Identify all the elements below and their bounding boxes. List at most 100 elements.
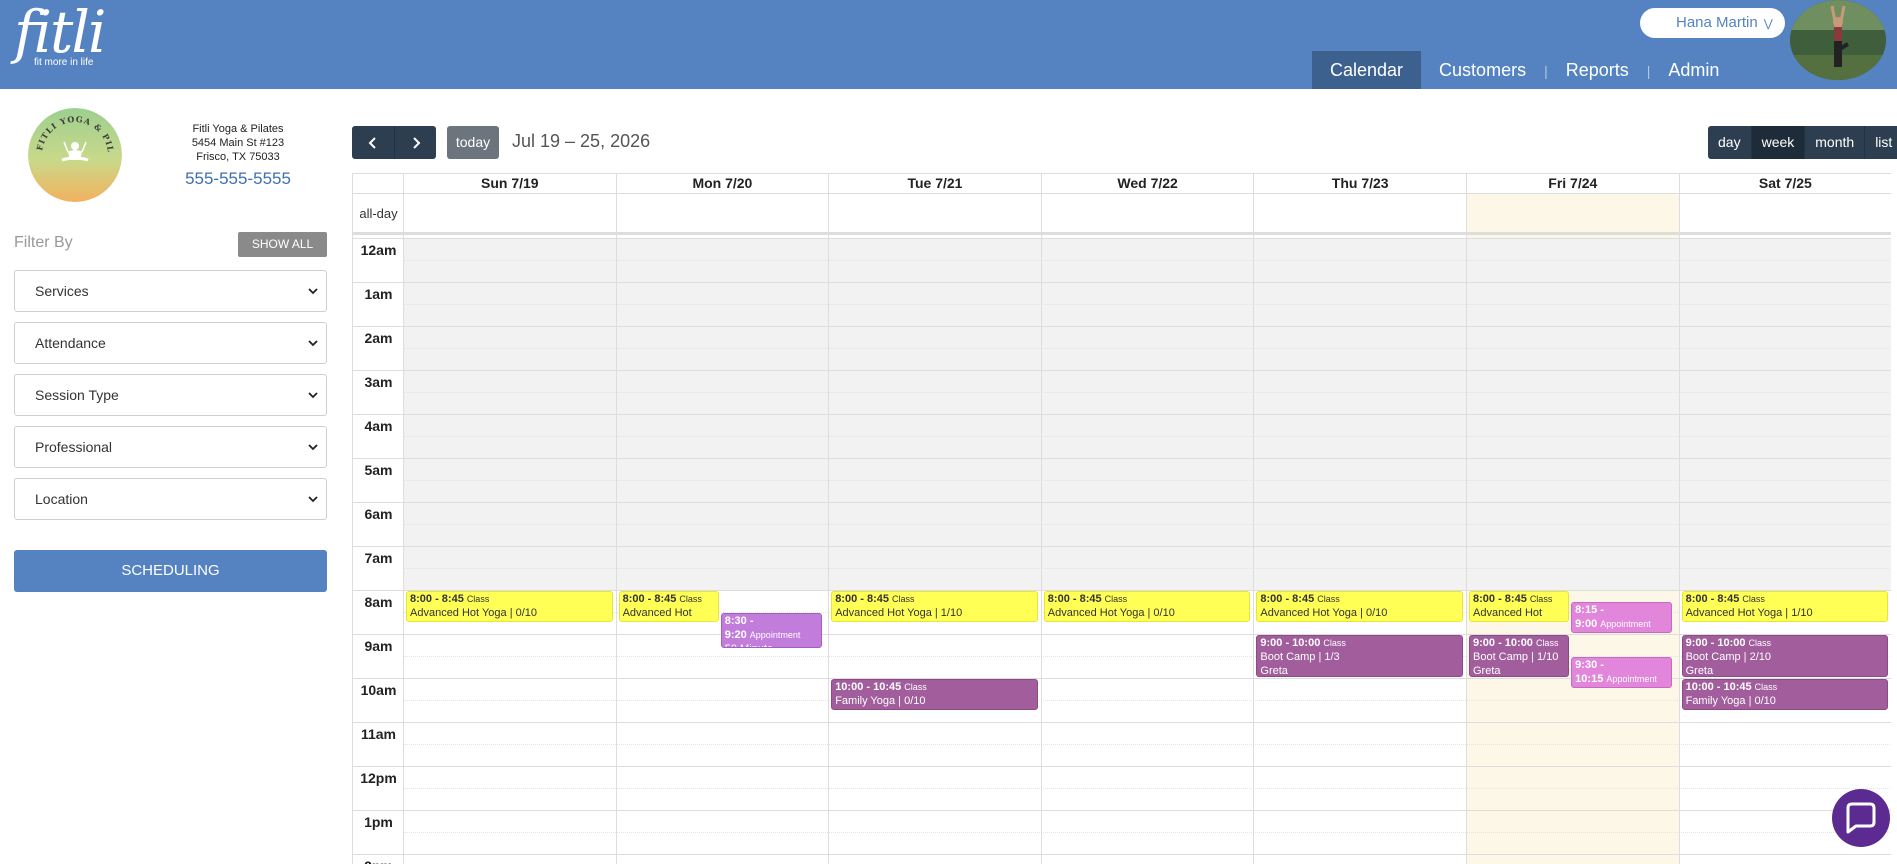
chevron-down-icon	[308, 340, 318, 347]
next-week-button[interactable]	[394, 126, 436, 159]
show-all-button[interactable]: SHOW ALL	[238, 232, 327, 257]
calendar-event[interactable]: 9:00 - 10:00 Class Boot Camp | 1/10 Greta	[1469, 635, 1570, 677]
studio-name: Fitli Yoga & Pilates	[192, 123, 284, 135]
event-title: Family Yoga | 0/10	[835, 695, 926, 707]
calendar-event[interactable]: 8:00 - 8:45Class Advanced Hot Yoga | 0/10	[1256, 591, 1463, 622]
top-header: fitli fit more in life Hana Martin ⋁ Cale…	[0, 0, 1897, 89]
studio-phone[interactable]: 555-555-5555	[168, 170, 308, 188]
event-time: 8:00 - 8:45	[835, 593, 889, 605]
calendar-event[interactable]: 8:00 - 8:45Class Advanced Hot Yoga | 0/10	[1043, 591, 1251, 622]
hour-label: 9am	[364, 638, 393, 654]
day-header[interactable]: Tue 7/21	[829, 174, 1042, 193]
prev-week-button[interactable]	[352, 126, 394, 159]
event-title: Advanced Hot Yoga | 0/10	[1260, 607, 1388, 619]
chevron-down-icon: ⋁	[1763, 18, 1773, 30]
event-kind: Appointment	[1606, 674, 1657, 684]
chevron-down-icon	[308, 288, 318, 295]
event-kind: Class	[1754, 682, 1778, 692]
services-select[interactable]: Services	[14, 270, 327, 312]
session-type-select[interactable]: Session Type	[14, 374, 327, 416]
half-hour-line	[404, 568, 1891, 569]
view-list-button[interactable]: list	[1864, 126, 1897, 159]
hour-row[interactable]	[353, 854, 1891, 864]
studio-info: Fitli Yoga & Pilates 5454 Main St #123 F…	[168, 122, 308, 188]
event-title: Advanced Hot Yoga | 0/10	[1047, 607, 1175, 619]
day-header[interactable]: Mon 7/20	[617, 174, 830, 193]
event-title: Family Yoga | 0/10	[1685, 695, 1776, 707]
event-kind: Appointment	[749, 630, 801, 640]
calendar-event[interactable]: 8:00 - 8:45Class Advanced Hot Yoga | 0/10	[406, 591, 613, 622]
event-title: Boot Camp | 1/10	[1473, 651, 1559, 663]
scheduling-button[interactable]: SCHEDULING	[14, 550, 327, 592]
location-select[interactable]: Location	[14, 478, 327, 520]
event-title: 45 Minute	[1575, 686, 1668, 687]
logo-wordmark: fitli	[14, 0, 106, 66]
half-hour-line	[404, 700, 1891, 701]
day-header[interactable]: Wed 7/22	[1042, 174, 1255, 193]
attendance-select[interactable]: Attendance	[14, 322, 327, 364]
event-kind: Class	[1104, 594, 1128, 604]
half-hour-line	[404, 304, 1891, 305]
allday-label: all-day	[359, 206, 398, 221]
calendar-event[interactable]: 10:00 - 10:45 Class Family Yoga | 0/10	[831, 679, 1038, 710]
week-calendar: all-day 12am 1am 2am 3am 4am 5am 6am 7am 8am 9am 1…	[352, 173, 1891, 864]
calendar-event[interactable]: 9:00 - 10:00 Class Boot Camp | 2/10 Greta	[1681, 635, 1889, 677]
event-time: 9:00 - 10:00	[1685, 637, 1746, 649]
calendar-date-range: Jul 19 – 25, 2026	[512, 131, 651, 151]
event-time: 8:00 - 8:45	[1473, 593, 1527, 605]
event-title: Advanced Hot Yoga | 0/10	[622, 607, 692, 619]
half-hour-line	[404, 392, 1891, 393]
filter-by-label: Filter By	[14, 234, 73, 251]
hour-label: 5am	[364, 462, 393, 478]
calendar-event[interactable]: 8:00 - 8:45Class Advanced Hot Yoga | 0/10	[618, 591, 719, 622]
calendar-event[interactable]: 8:00 - 8:45Class Advanced Hot Yoga | 0/10	[1469, 591, 1570, 622]
user-avatar[interactable]	[1790, 0, 1886, 80]
event-time: 8:00 - 8:45	[1260, 593, 1315, 605]
fitli-logo[interactable]: fitli fit more in life	[14, 0, 106, 68]
time-grid: 12am 1am 2am 3am 4am 5am 6am 7am 8am 9am 10am 11am 1…	[353, 238, 1891, 864]
event-instructor: Greta	[1473, 665, 1501, 677]
nav-admin[interactable]: Admin	[1650, 51, 1737, 89]
calendar-event[interactable]: 9:30 - 10:15Appointment 45 Minute	[1571, 657, 1673, 688]
hour-label: 10am	[360, 682, 397, 698]
event-title: Advanced Hot Yoga | 0/10	[1473, 607, 1543, 619]
user-menu-button[interactable]: Hana Martin ⋁	[1640, 8, 1785, 38]
event-time: 8:00 - 8:45	[1685, 593, 1740, 605]
user-name: Hana Martin	[1676, 14, 1758, 31]
event-instructor: Greta	[1685, 665, 1714, 677]
day-header[interactable]: Fri 7/24	[1467, 174, 1680, 193]
half-hour-line	[404, 260, 1891, 261]
hour-label: 6am	[364, 506, 393, 522]
view-day-button[interactable]: day	[1708, 126, 1751, 159]
day-header[interactable]: Sat 7/25	[1680, 174, 1891, 193]
view-switcher: day week month list	[1708, 126, 1897, 159]
nav-customers[interactable]: Customers	[1421, 51, 1544, 89]
event-kind: Class	[1323, 638, 1346, 648]
event-kind: Class	[892, 594, 915, 604]
day-header[interactable]: Thu 7/23	[1254, 174, 1467, 193]
today-button[interactable]: today	[447, 126, 499, 159]
calendar-event[interactable]: 8:00 - 8:45 Class Advanced Hot Yoga | 1/10	[831, 591, 1038, 622]
nav-calendar[interactable]: Calendar	[1312, 51, 1422, 89]
nav-reports[interactable]: Reports	[1548, 51, 1647, 89]
half-hour-line	[404, 744, 1891, 745]
studio-logo-graphic: FITLI YOGA & PILATES	[28, 108, 122, 202]
calendar-event[interactable]: 8:00 - 8:45 Class Advanced Hot Yoga | 1/10	[1681, 591, 1889, 622]
event-title: Advanced Hot Yoga | 1/10	[835, 607, 963, 619]
hour-label: 1pm	[364, 814, 393, 830]
calendar-event[interactable]: 10:00 - 10:45 Class Family Yoga | 0/10	[1681, 679, 1889, 710]
event-time: 9:00 - 10:00	[1473, 637, 1533, 649]
day-header[interactable]: Sun 7/19	[404, 174, 617, 193]
calendar-event[interactable]: 8:30 - 9:20Appointment50 Minute Appointm…	[720, 613, 822, 648]
professional-select[interactable]: Professional	[14, 426, 327, 468]
chat-support-button[interactable]	[1832, 789, 1890, 847]
chevron-down-icon	[308, 392, 318, 399]
column-divider	[1466, 174, 1467, 864]
hour-label: 12pm	[360, 770, 397, 786]
calendar-event[interactable]: 8:15 - 9:00Appointment45 Minute	[1571, 602, 1673, 633]
half-hour-line	[404, 832, 1891, 833]
view-month-button[interactable]: month	[1804, 126, 1865, 159]
calendar-event[interactable]: 9:00 - 10:00 Class Boot Camp | 1/3 Greta	[1256, 635, 1463, 677]
event-title: 45 Minute	[1575, 631, 1668, 632]
view-week-button[interactable]: week	[1750, 126, 1805, 159]
